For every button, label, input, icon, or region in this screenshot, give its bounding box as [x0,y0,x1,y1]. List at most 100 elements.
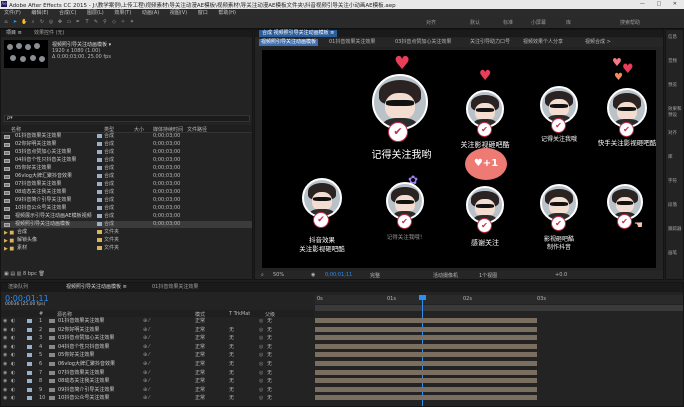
trkmat-select[interactable]: 无 [229,360,234,368]
project-comp-item[interactable]: 04抖音个性只抖音关注效果 合成 0;00;03;00 [1,157,252,164]
roto-tool-icon[interactable]: ✧ [120,19,126,25]
layer-name[interactable]: 07抖音效果关注效果 [58,369,104,377]
timeline-layer-row[interactable]: ◉ ◐ 1 01抖音效果关注效果 ⊕ ⁄ 正常 ◎ 无 [1,317,314,325]
selected-item-name[interactable]: 视频照引导关注动画模板 ▾ [52,41,111,48]
menu-animation[interactable]: 动画(A) [142,9,159,17]
col-duration[interactable]: 媒体持续时间 [153,126,183,133]
label-color-swatch[interactable] [97,158,102,162]
layer-duration-bar[interactable] [315,378,537,384]
label-color-swatch[interactable] [27,353,32,358]
layer-duration-bar[interactable] [315,361,537,366]
timeline-layer-row[interactable]: ◉ ◐ 5 05你好关注效果 ⊕ ⁄ 正常 无 ◎ 无 [1,351,314,359]
label-color-swatch[interactable] [97,134,102,138]
right-panel-item[interactable]: 预览 [668,82,677,88]
bit-depth-label[interactable]: 8 bpc [23,271,37,277]
right-panel-item[interactable]: 对齐 [668,130,677,136]
right-panel-item[interactable]: 音频 [668,58,677,64]
label-color-swatch[interactable] [97,214,102,218]
mode-select[interactable]: 正常 [195,360,205,368]
switches-icon[interactable]: ⊕ ⁄ [143,394,150,402]
layer-name[interactable]: 05你好关注效果 [58,351,94,359]
eye-icon[interactable]: ◉ [3,343,7,351]
menu-file[interactable]: 文件(F) [4,9,21,17]
timeline-layer-row[interactable]: ◉ ◐ 8 08动态关注我关注效果 ⊕ ⁄ 正常 无 ◎ 无 [1,377,314,385]
exposure-value[interactable]: +0.0 [555,272,567,278]
audio-icon[interactable]: ◐ [11,394,15,402]
switches-icon[interactable]: ⊕ ⁄ [143,351,150,359]
trkmat-select[interactable]: 无 [229,351,234,359]
trkmat-select[interactable]: 无 [229,386,234,394]
trkmat-select[interactable]: 无 [229,334,234,342]
parent-select[interactable]: 无 [267,377,272,385]
workspace-small-screen[interactable]: 小屏幕 [531,19,546,26]
layer-duration-bar[interactable] [315,395,537,401]
timeline-layer-row[interactable]: ◉ ◐ 7 07抖音效果关注效果 ⊕ ⁄ 正常 无 ◎ 无 [1,369,314,377]
label-color-swatch[interactable] [97,222,102,226]
parent-select[interactable]: 无 [267,326,272,334]
label-color-swatch[interactable] [27,336,32,341]
project-folder-item[interactable]: ▶ ■ 解锁头像 文件夹 [1,237,252,244]
eye-icon[interactable]: ◉ [3,386,7,394]
right-panel-item[interactable]: 画笔 [668,250,677,256]
timeline-layer-row[interactable]: ◉ ◐ 10 10抖音公众号关注效果 ⊕ ⁄ 正常 无 ◎ 无 [1,394,314,402]
timeline-layer-row[interactable]: ◉ ◐ 4 04抖音个性只抖音效果 ⊕ ⁄ 正常 无 ◎ 无 [1,343,314,351]
mode-select[interactable]: 正常 [195,343,205,351]
eye-icon[interactable]: ◉ [3,334,7,342]
stamp-tool-icon[interactable]: ⚲ [102,19,108,25]
workspace-library[interactable]: 库 [566,19,571,26]
label-color-swatch[interactable] [27,327,32,332]
menu-composition[interactable]: 合成(C) [59,9,76,17]
label-color-swatch[interactable] [27,396,32,401]
right-panel-item[interactable]: 效果和预设 [668,106,683,118]
breadcrumb-item[interactable]: 视频合成 > [585,39,611,46]
audio-icon[interactable]: ◐ [11,334,15,342]
project-comp-item[interactable]: 07抖音效果关注效果 合成 0;00;03;00 [1,181,252,188]
audio-icon[interactable]: ◐ [11,377,15,385]
pan-tool-icon[interactable]: ✥ [57,19,63,25]
composition-canvas[interactable]: ♥ ✔ 记得关注我哟 ♥ ✔ 关注影视砸吧酷 ✔ 记得关注我哦 ♥ ♥ ♥ ✔ … [262,50,656,268]
layer-name[interactable]: 09抖音简介引导关注效果 [58,386,114,394]
audio-icon[interactable]: ◐ [11,386,15,394]
trkmat-select[interactable]: 无 [229,326,234,334]
tab-project[interactable]: 项目 ≡ [3,30,25,37]
minimize-button[interactable]: — [640,1,650,7]
col-type[interactable]: 类型 [104,126,114,133]
layer-name[interactable]: 02你好明关注效果 [58,326,99,334]
project-folder-item[interactable]: ▶ ■ 合成 文件夹 [1,229,252,236]
audio-icon[interactable]: ◐ [11,360,15,368]
pickwhip-icon[interactable]: ◎ [259,317,263,325]
parent-select[interactable]: 无 [267,317,272,325]
menu-help[interactable]: 帮助(H) [218,9,236,17]
new-comp-icon[interactable]: ▥ [17,271,22,277]
eye-icon[interactable]: ◉ [3,360,7,368]
project-comp-item[interactable]: 视频展示引导关注动画AE模板视频 合成 0;00;03;00 [1,213,252,220]
project-comp-item[interactable]: 05你好关注效果 合成 0;00;03;00 [1,165,252,172]
tab-composition[interactable]: 合成 视频照引导关注动画模板 ≡ [259,30,338,37]
tab-sub-comp[interactable]: 01抖音效果关注效果 [149,283,201,292]
trkmat-select[interactable]: 无 [229,377,234,385]
resolution-select[interactable]: 完整 [370,272,380,279]
workspace-standard[interactable]: 标准 [503,19,513,26]
parent-select[interactable]: 无 [267,369,272,377]
eye-icon[interactable]: ◉ [3,369,7,377]
playhead-handle[interactable] [419,295,426,300]
search-help-input[interactable]: 搜索帮助 [620,19,640,26]
trkmat-select[interactable]: 无 [229,369,234,377]
project-search-input[interactable]: ρ▾ [4,115,250,122]
label-color-swatch[interactable] [97,238,102,242]
home-icon[interactable]: ⌂ [3,19,9,25]
layer-name[interactable]: 04抖音个性只抖音效果 [58,343,109,351]
project-comp-item[interactable]: 02你好明关注效果 合成 0;00;03;00 [1,141,252,148]
label-color-swatch[interactable] [27,319,32,323]
breadcrumb-item[interactable]: 01抖音效果关注效果 [329,39,375,46]
pickwhip-icon[interactable]: ◎ [259,360,263,368]
pickwhip-icon[interactable]: ◎ [259,326,263,334]
audio-icon[interactable]: ◐ [11,326,15,334]
layer-name[interactable]: 10抖音公众号关注效果 [58,394,109,402]
camera-select[interactable]: 活动摄像机 [433,272,458,279]
mode-select[interactable]: 正常 [195,369,205,377]
col-name[interactable]: 名称 [11,126,21,133]
menu-layer[interactable]: 图层(L) [87,9,104,17]
layer-name[interactable]: 06vlog大牌汇聚抖音效果 [58,360,115,368]
label-color-swatch[interactable] [27,370,32,375]
